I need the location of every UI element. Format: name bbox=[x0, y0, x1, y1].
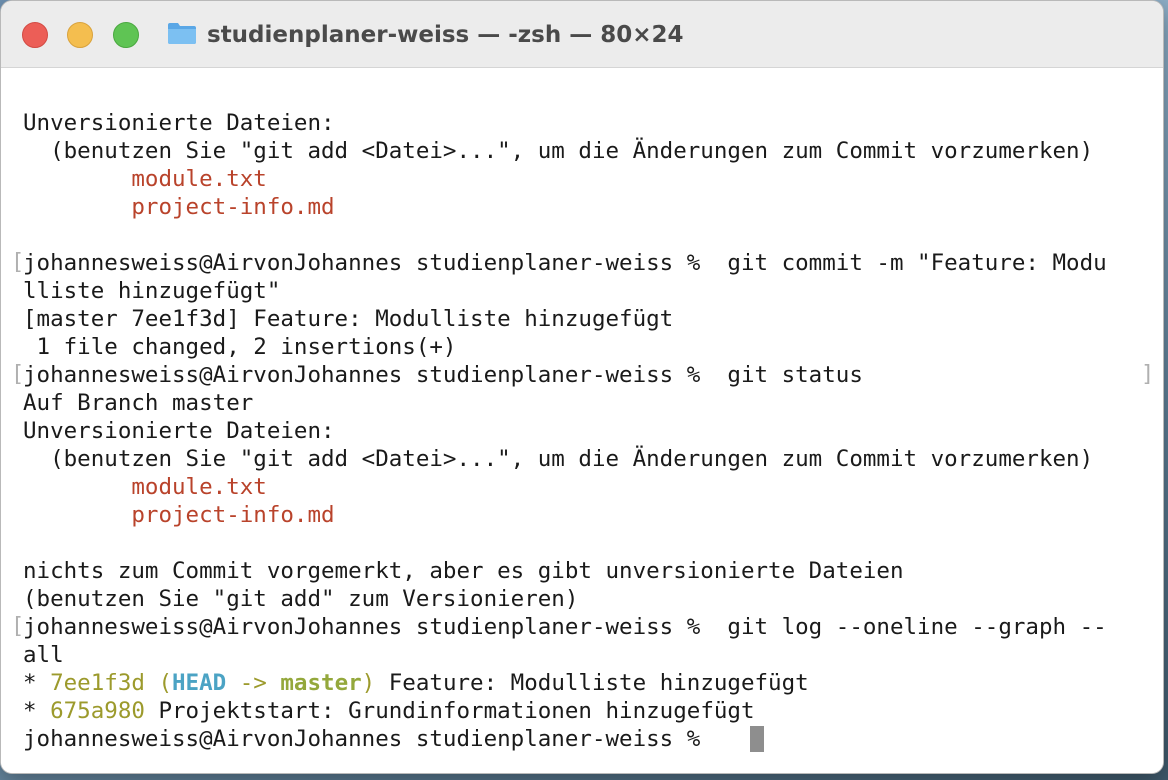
commit-message: Feature: Modulliste hinzugefügt bbox=[375, 670, 809, 696]
output-line: (benutzen Sie "git add" zum Versionieren… bbox=[23, 586, 579, 612]
untracked-file: project-info.md bbox=[23, 194, 335, 220]
minimize-button[interactable] bbox=[67, 22, 93, 48]
prompt-line: johannesweiss@AirvonJohannes studienplan… bbox=[23, 726, 714, 752]
commit-message: Projektstart: Grundinformationen hinzuge… bbox=[144, 698, 755, 724]
output-line: (benutzen Sie "git add <Datei>...", um d… bbox=[23, 446, 1094, 472]
commit-hash: 7ee1f3d bbox=[50, 670, 145, 696]
untracked-file: module.txt bbox=[23, 474, 267, 500]
close-button[interactable] bbox=[22, 22, 48, 48]
text-cursor[interactable] bbox=[750, 726, 764, 752]
head-ref: HEAD bbox=[172, 670, 227, 696]
command-line: johannesweiss@AirvonJohannes studienplan… bbox=[23, 362, 863, 388]
commit-hash: 675a980 bbox=[50, 698, 145, 724]
ref-paren-open: ( bbox=[158, 670, 173, 696]
untracked-file: module.txt bbox=[23, 166, 267, 192]
title-bar[interactable]: studienplaner-weiss — -zsh — 80×24 bbox=[1, 1, 1163, 68]
output-line: 1 file changed, 2 insertions(+) bbox=[23, 334, 457, 360]
output-line: Auf Branch master bbox=[23, 390, 254, 416]
branch-ref: master bbox=[280, 670, 362, 696]
output-line: (benutzen Sie "git add <Datei>...", um d… bbox=[23, 138, 1094, 164]
separator bbox=[145, 670, 159, 696]
output-line: nichts zum Commit vorgemerkt, aber es gi… bbox=[23, 558, 904, 584]
command-line: johannesweiss@AirvonJohannes studienplan… bbox=[23, 250, 1107, 276]
mark-bracket-close: ] bbox=[1141, 362, 1155, 387]
ref-paren-close: ) bbox=[361, 670, 376, 696]
output-line: Unversionierte Dateien: bbox=[23, 110, 335, 136]
command-line: all bbox=[23, 642, 64, 668]
command-line: lliste hinzugefügt" bbox=[23, 278, 281, 304]
window-title: studienplaner-weiss — -zsh — 80×24 bbox=[207, 22, 684, 48]
graph-star: * bbox=[23, 670, 51, 696]
ref-arrow: -> bbox=[226, 670, 281, 696]
untracked-file: project-info.md bbox=[23, 502, 335, 528]
zoom-button[interactable] bbox=[113, 22, 139, 48]
folder-icon bbox=[168, 23, 196, 44]
log-entry: * 7ee1f3d (HEAD -> master) Feature: Modu… bbox=[23, 669, 809, 697]
command-line: johannesweiss@AirvonJohannes studienplan… bbox=[23, 614, 1107, 640]
terminal-output[interactable]: Unversionierte Dateien: (benutzen Sie "g… bbox=[1, 68, 1163, 773]
log-entry: * 675a980 Projektstart: Grundinformation… bbox=[23, 697, 755, 725]
output-line: Unversionierte Dateien: bbox=[23, 418, 335, 444]
output-line: [master 7ee1f3d] Feature: Modulliste hin… bbox=[23, 306, 674, 332]
terminal-window: studienplaner-weiss — -zsh — 80×24 Unver… bbox=[0, 0, 1164, 774]
graph-star: * bbox=[23, 698, 51, 724]
